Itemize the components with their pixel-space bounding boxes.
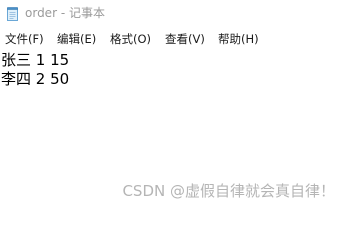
menu-bar: 文件(F) 编辑(E) 格式(O) 查看(V) 帮助(H): [0, 29, 345, 49]
title-bar[interactable]: order - 记事本: [0, 0, 345, 28]
menu-format[interactable]: 格式(O): [110, 31, 151, 47]
menu-help[interactable]: 帮助(H): [218, 31, 259, 47]
menu-edit[interactable]: 编辑(E): [57, 31, 96, 47]
menu-file[interactable]: 文件(F): [5, 31, 44, 47]
text-line: 张三 1 15: [1, 51, 70, 69]
text-line: 李四 2 50: [1, 70, 70, 88]
notepad-window: order - 记事本 文件(F) 编辑(E) 格式(O) 查看(V) 帮助(H…: [0, 0, 345, 213]
window-title: order - 记事本: [25, 6, 105, 20]
notepad-icon: [7, 6, 18, 21]
menu-view[interactable]: 查看(V): [165, 31, 205, 47]
csdn-watermark: CSDN @虚假自律就会真自律！: [122, 182, 335, 200]
